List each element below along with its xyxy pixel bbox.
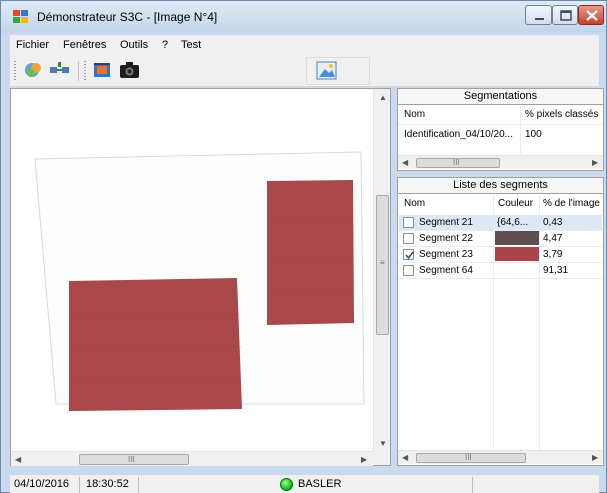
- close-button[interactable]: [578, 5, 604, 25]
- scroll-thumb[interactable]: III: [416, 453, 526, 463]
- scroll-left-icon[interactable]: ◀: [402, 158, 408, 167]
- status-divider: [472, 477, 473, 493]
- menu-test[interactable]: Test: [181, 39, 201, 51]
- segments-title: Liste des segments: [398, 178, 603, 194]
- column-header-percent[interactable]: % pixels classés: [525, 109, 598, 120]
- row-divider: [398, 278, 603, 279]
- segment-name[interactable]: Segment 64: [419, 265, 473, 276]
- segment-name[interactable]: Segment 21: [419, 217, 473, 228]
- film-button[interactable]: [92, 59, 116, 81]
- camera-button[interactable]: [118, 59, 142, 81]
- toolbar: [10, 55, 599, 87]
- minimize-button[interactable]: [525, 5, 552, 25]
- segmentations-title: Segmentations: [398, 89, 603, 105]
- scroll-thumb[interactable]: ≡: [376, 195, 389, 335]
- segmentation-percent: 100: [525, 129, 542, 140]
- image-button[interactable]: [315, 59, 339, 81]
- viewer-horizontal-scrollbar[interactable]: ◀ III ▶: [11, 451, 373, 466]
- scroll-left-icon[interactable]: ◀: [15, 455, 21, 464]
- segment-name[interactable]: Segment 22: [419, 233, 473, 244]
- column-divider: [520, 106, 521, 154]
- segmentations-panel: Segmentations Nom % pixels classés Ident…: [397, 88, 604, 171]
- scroll-thumb[interactable]: III: [416, 158, 500, 168]
- segment-percent: 3,79: [543, 249, 563, 260]
- segment-percent: 4,47: [543, 233, 563, 244]
- menu-help[interactable]: ?: [162, 39, 168, 51]
- segmentation-icon: [25, 63, 41, 77]
- segment-percent: 91,31: [543, 265, 569, 276]
- segment-color-swatch: [495, 247, 539, 261]
- scroll-thumb[interactable]: III: [79, 454, 189, 465]
- status-divider: [79, 477, 80, 493]
- menu-bar: Fichier Fenêtres Outils ? Test: [10, 35, 599, 55]
- toolbar-grip[interactable]: [84, 61, 86, 81]
- maximize-icon: [560, 10, 572, 21]
- status-divider: [138, 477, 139, 493]
- scroll-right-icon[interactable]: ▶: [592, 453, 598, 462]
- status-camera: BASLER: [298, 478, 342, 490]
- grip-icon: III: [453, 158, 460, 167]
- segments-panel: Liste des segments Nom Couleur % de l'im…: [397, 177, 604, 466]
- checkmark-icon: [405, 251, 414, 260]
- segment-color-swatch: [495, 231, 539, 245]
- status-bar: 04/10/2016 18:30:52 BASLER: [10, 474, 599, 493]
- segment-name[interactable]: Segment 23: [419, 249, 473, 260]
- column-header-nom[interactable]: Nom: [404, 198, 425, 209]
- status-date: 04/10/2016: [14, 478, 70, 490]
- grip-icon: III: [465, 453, 472, 462]
- scroll-down-icon[interactable]: ▼: [379, 439, 387, 448]
- image-canvas[interactable]: [11, 89, 373, 451]
- viewer-vertical-scrollbar[interactable]: ▲ ≡ ▼: [373, 89, 390, 451]
- scroll-up-icon[interactable]: ▲: [379, 93, 387, 102]
- app-window: Démonstrateur S3C - [Image N°4] Fichier …: [0, 0, 607, 493]
- minimize-icon: [535, 18, 544, 20]
- row-divider: [398, 124, 603, 125]
- row-divider: [398, 262, 603, 263]
- segment-region: [69, 278, 242, 411]
- segment-color-value: {64,6...: [497, 217, 529, 228]
- film-icon: [94, 63, 110, 77]
- menu-fichier[interactable]: Fichier: [16, 39, 49, 51]
- menu-outils[interactable]: Outils: [120, 39, 148, 51]
- column-header-percent[interactable]: % de l'image: [543, 198, 600, 209]
- column-divider: [539, 195, 540, 450]
- menu-fenetres[interactable]: Fenêtres: [63, 39, 106, 51]
- window-title: Démonstrateur S3C - [Image N°4]: [37, 10, 218, 24]
- segmentation-name[interactable]: Identification_04/10/20...: [404, 129, 513, 140]
- status-time: 18:30:52: [86, 478, 129, 490]
- segments-scrollbar[interactable]: ◀ III ▶: [398, 450, 603, 464]
- segment-region: [267, 180, 354, 325]
- segment-percent: 0,43: [543, 217, 563, 228]
- column-divider: [493, 195, 494, 450]
- segment-checkbox[interactable]: [403, 265, 414, 276]
- image-icon: [316, 61, 337, 80]
- segment-checkbox[interactable]: [403, 217, 414, 228]
- camera-icon: [120, 62, 139, 78]
- grip-icon: III: [128, 455, 135, 464]
- scroll-right-icon[interactable]: ▶: [592, 158, 598, 167]
- grip-icon: ≡: [380, 258, 385, 267]
- column-header-couleur[interactable]: Couleur: [498, 198, 533, 209]
- segment-checkbox[interactable]: [403, 233, 414, 244]
- column-header-nom[interactable]: Nom: [404, 109, 425, 120]
- scroll-left-icon[interactable]: ◀: [402, 453, 408, 462]
- close-icon: [586, 10, 598, 21]
- segmentations-scrollbar[interactable]: ◀ III ▶: [398, 155, 603, 169]
- maximize-button[interactable]: [552, 5, 578, 25]
- camera-status-led: [280, 478, 293, 491]
- network-button[interactable]: [48, 59, 72, 81]
- scroll-right-icon[interactable]: ▶: [361, 455, 367, 464]
- segmentation-button[interactable]: [22, 59, 46, 81]
- segment-checkbox-checked[interactable]: [403, 249, 414, 260]
- title-bar[interactable]: Démonstrateur S3C - [Image N°4]: [1, 1, 606, 33]
- app-icon: [13, 10, 28, 23]
- image-viewer: ▲ ≡ ▼ ◀ III ▶: [10, 88, 391, 466]
- network-icon: [50, 62, 69, 73]
- segmented-image: [34, 151, 365, 411]
- toolbar-grip[interactable]: [14, 61, 16, 81]
- toolbar-separator: [78, 61, 79, 81]
